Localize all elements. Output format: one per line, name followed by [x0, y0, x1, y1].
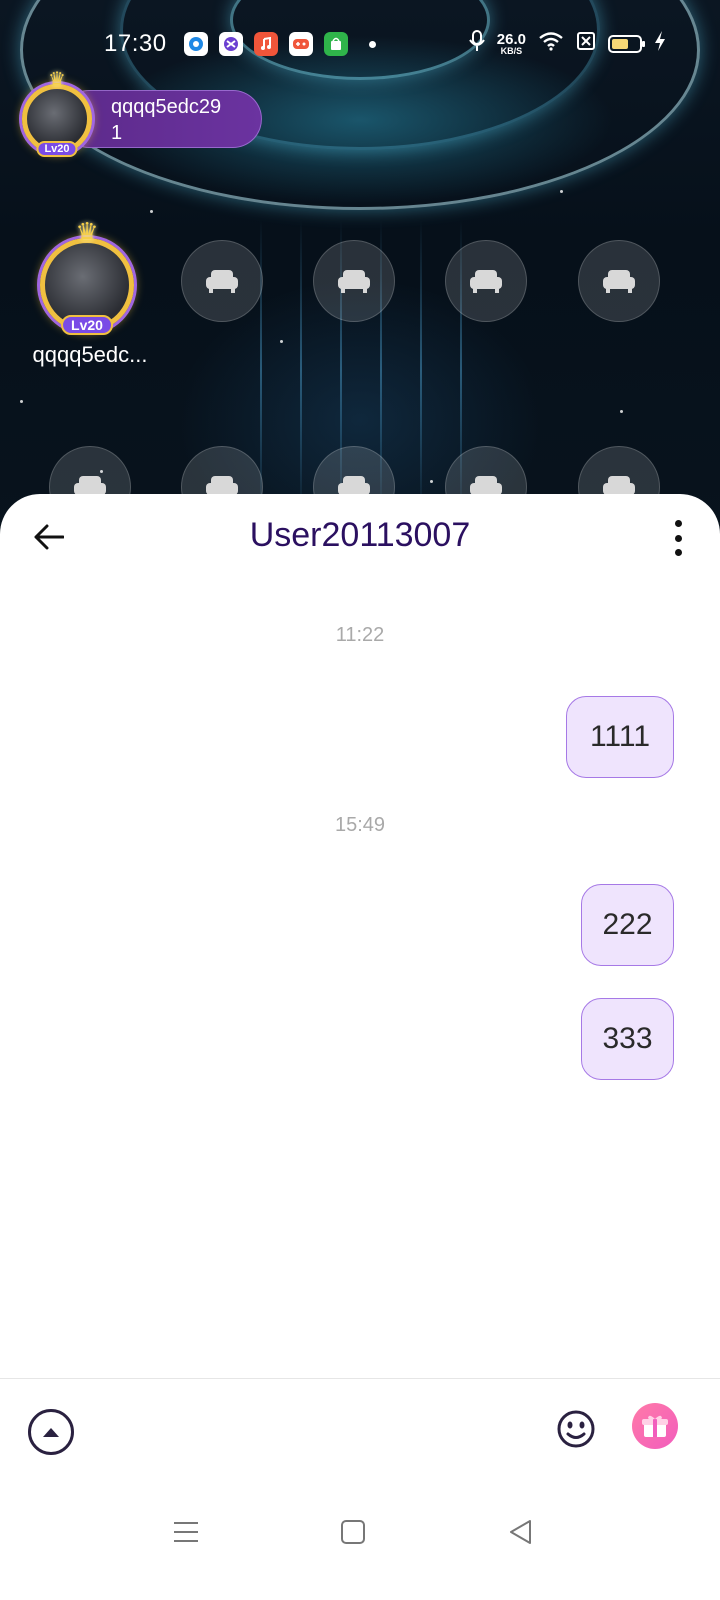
- back-triangle-icon: [510, 1520, 531, 1544]
- store-app-icon: [324, 32, 348, 56]
- star: [20, 400, 23, 403]
- seat-owner-name: qqqq5edc...: [32, 342, 148, 367]
- microphone-icon: [468, 30, 485, 57]
- network-speed: 26.0 KB/S: [497, 32, 526, 56]
- sim-off-icon: [576, 31, 596, 56]
- home-icon: [341, 1520, 365, 1544]
- gift-button[interactable]: [632, 1403, 678, 1449]
- more-options-button[interactable]: [666, 516, 690, 560]
- emoji-icon: [557, 1410, 595, 1448]
- host-avatar[interactable]: ♛ Lv20: [22, 69, 92, 157]
- wifi-icon: [538, 31, 564, 56]
- notification-app-icons: [184, 32, 376, 56]
- host-level-badge: Lv20: [36, 141, 78, 157]
- message-timestamp: 15:49: [334, 814, 386, 836]
- expand-button[interactable]: [28, 1409, 74, 1455]
- light-stream: [420, 220, 422, 520]
- star: [560, 190, 563, 193]
- message-bubble[interactable]: 222: [581, 884, 674, 966]
- status-bar: 17:30 26.0 KB/S: [0, 22, 720, 66]
- chat-title: User20113007: [249, 516, 471, 554]
- battery-level: [612, 38, 628, 49]
- system-navigation-bar: [0, 1500, 720, 1600]
- back-button[interactable]: [28, 516, 70, 558]
- back-nav-button[interactable]: [501, 1512, 541, 1552]
- seat-owner-level-badge: Lv20: [61, 315, 113, 335]
- chat-header: User20113007: [0, 494, 720, 584]
- music-app-icon: [254, 32, 278, 56]
- message-timestamp: 11:22: [335, 624, 385, 646]
- star: [150, 210, 153, 213]
- message-bubble[interactable]: 333: [581, 998, 674, 1080]
- system-icons: 26.0 KB/S: [468, 30, 666, 57]
- battery-icon: [608, 34, 645, 53]
- menu-button[interactable]: [166, 1512, 206, 1552]
- star: [430, 480, 433, 483]
- light-stream: [300, 220, 302, 520]
- host-count: 1: [111, 122, 123, 144]
- private-chat-sheet: User20113007 11:22 1111 15:49 222 333: [0, 494, 720, 1600]
- more-dot: [674, 549, 682, 556]
- empty-seat[interactable]: [445, 240, 527, 322]
- network-speed-unit: KB/S: [500, 45, 523, 56]
- home-button[interactable]: [333, 1512, 373, 1552]
- browser-app-icon: [219, 32, 243, 56]
- crown-icon: ♛: [75, 217, 99, 247]
- location-app-icon: [184, 32, 208, 56]
- more-dot: [674, 520, 682, 527]
- empty-seat[interactable]: [181, 240, 263, 322]
- more-notifications-dot: [369, 40, 376, 48]
- more-dot: [674, 534, 682, 542]
- sofa-icon: [470, 270, 502, 293]
- status-time: 17:30: [104, 30, 167, 57]
- crown-icon: ♛: [48, 69, 66, 91]
- empty-seat[interactable]: [313, 240, 395, 322]
- sofa-icon: [338, 270, 370, 293]
- menu-icon: [174, 1522, 198, 1542]
- caret-up-icon: [43, 1428, 59, 1437]
- gift-icon: [642, 1415, 668, 1437]
- charging-icon: [654, 30, 666, 57]
- empty-seat[interactable]: [578, 240, 660, 322]
- message-bubble[interactable]: 1111: [566, 696, 674, 778]
- star: [280, 340, 283, 343]
- back-arrow-icon: [34, 524, 64, 550]
- host-name: qqqq5edc29: [111, 96, 222, 118]
- star: [620, 410, 623, 413]
- network-speed-value: 26.0: [496, 30, 526, 48]
- sofa-icon: [603, 270, 635, 293]
- chat-input-bar: [0, 1378, 720, 1488]
- game-app-icon: [289, 32, 313, 56]
- emoji-button[interactable]: [556, 1409, 596, 1449]
- seat-owner-avatar[interactable]: ♛ Lv20: [40, 217, 134, 335]
- sofa-icon: [206, 270, 238, 293]
